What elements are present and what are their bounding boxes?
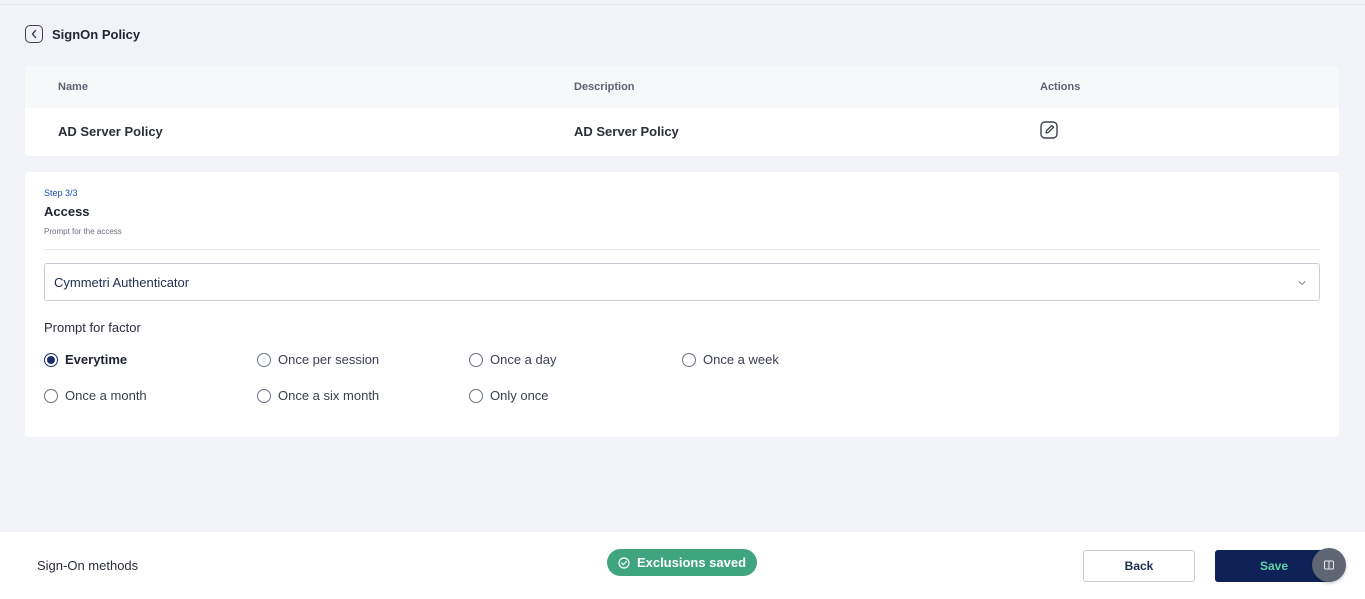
- column-header-actions: Actions: [1040, 81, 1081, 93]
- radio-circle: [257, 352, 271, 367]
- radio-once-per-session[interactable]: Once per session: [257, 352, 379, 367]
- help-fab-button[interactable]: [1312, 548, 1346, 582]
- table-header: Name Description Actions: [25, 66, 1339, 108]
- authenticator-select[interactable]: Cymmetri Authenticator: [44, 263, 1320, 301]
- radio-circle: [469, 388, 483, 403]
- top-divider: [0, 4, 1365, 5]
- book-icon: [1324, 560, 1334, 570]
- toast-message: Exclusions saved: [636, 555, 747, 570]
- page-header: SignOn Policy: [25, 25, 140, 43]
- footer-title: Sign-On methods: [37, 558, 139, 573]
- policy-description-cell: AD Server Policy: [574, 124, 679, 139]
- step-indicator: Step 3/3: [44, 188, 78, 198]
- column-header-name: Name: [58, 81, 88, 93]
- footer-bar: Sign-On methods Exclusions saved Back Sa…: [0, 532, 1365, 599]
- edit-icon: [1040, 121, 1058, 139]
- radio-once-a-six-month[interactable]: Once a six month: [257, 388, 379, 403]
- radio-circle: [682, 352, 696, 367]
- radio-everytime[interactable]: Everytime: [44, 352, 127, 367]
- radio-label: Once a week: [703, 352, 779, 367]
- radio-once-a-week[interactable]: Once a week: [682, 352, 779, 367]
- back-button[interactable]: Back: [1083, 550, 1195, 582]
- step-title: Access: [44, 204, 90, 219]
- radio-circle-checked: [44, 352, 58, 367]
- section-divider: [44, 249, 1320, 250]
- radio-once-a-month[interactable]: Once a month: [44, 388, 147, 403]
- table-row: AD Server Policy AD Server Policy: [25, 108, 1339, 156]
- prompt-factor-label: Prompt for factor: [44, 320, 141, 335]
- step-subtitle: Prompt for the access: [44, 227, 122, 236]
- radio-label: Once a day: [490, 352, 557, 367]
- authenticator-selected-value: Cymmetri Authenticator: [54, 275, 190, 290]
- edit-button[interactable]: [1039, 120, 1061, 142]
- radio-circle: [257, 388, 271, 403]
- check-circle-icon: [618, 556, 630, 569]
- page-title: SignOn Policy: [52, 26, 141, 42]
- radio-label: Once a month: [65, 388, 147, 403]
- radio-circle: [469, 352, 483, 367]
- radio-circle: [44, 388, 58, 403]
- chevron-left-icon: [31, 29, 37, 39]
- success-toast: Exclusions saved: [607, 549, 757, 576]
- back-arrow-button[interactable]: [25, 25, 43, 43]
- radio-once-a-day[interactable]: Once a day: [469, 352, 557, 367]
- column-header-description: Description: [574, 81, 635, 93]
- radio-label: Once per session: [278, 352, 380, 367]
- policy-name-cell: AD Server Policy: [58, 124, 163, 139]
- policy-table: Name Description Actions AD Server Polic…: [25, 66, 1339, 156]
- radio-label: Once a six month: [278, 388, 380, 403]
- radio-label: Everytime: [65, 352, 128, 367]
- radio-label: Only once: [490, 388, 549, 403]
- radio-only-once[interactable]: Only once: [469, 388, 549, 403]
- chevron-down-icon: [1298, 280, 1306, 286]
- access-step-card: Step 3/3 Access Prompt for the access Cy…: [25, 172, 1339, 437]
